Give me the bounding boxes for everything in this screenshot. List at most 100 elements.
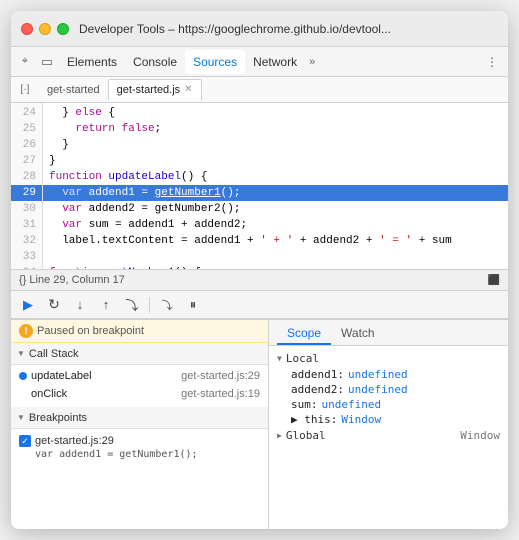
scope-item-addend2: addend2: undefined bbox=[269, 382, 508, 397]
main-content: 24 25 26 27 28 29 30 31 32 33 34 35 36 }… bbox=[11, 103, 508, 529]
step-button[interactable]: ⤵ bbox=[121, 294, 143, 316]
scope-val-sum: undefined bbox=[322, 398, 382, 411]
line-num-32: 32 bbox=[11, 233, 42, 249]
code-line-24: } else { bbox=[43, 105, 508, 121]
call-stack-header[interactable]: ▼ Call Stack bbox=[11, 343, 268, 365]
line-num-29: 29 bbox=[11, 185, 42, 201]
breakpoint-checkbox[interactable]: ✓ bbox=[19, 435, 31, 447]
code-line-33 bbox=[43, 249, 508, 265]
debug-toolbar: ▶ ↻ ↓ ↑ ⤵ ⤵ ⏸ bbox=[11, 291, 508, 319]
global-triangle: ▶ bbox=[277, 431, 282, 440]
line-num-28: 28 bbox=[11, 169, 42, 185]
scope-key-this: ▶ this: bbox=[291, 413, 337, 426]
breakpoints-content: ✓ get-started.js:29 var addend1 = getNum… bbox=[11, 429, 268, 466]
code-line-26: } bbox=[43, 137, 508, 153]
filetab-get-started-js[interactable]: get-started.js ✕ bbox=[108, 79, 202, 101]
active-frame-indicator bbox=[19, 372, 27, 380]
fullscreen-button[interactable] bbox=[57, 23, 69, 35]
scope-item-this[interactable]: ▶ this: Window bbox=[269, 412, 508, 427]
line-num-31: 31 bbox=[11, 217, 42, 233]
titlebar: Developer Tools – https://googlechrome.g… bbox=[11, 11, 508, 47]
stack-frame-name-1: onClick bbox=[31, 388, 177, 400]
tab-elements[interactable]: Elements bbox=[59, 50, 125, 74]
local-section-label: Local bbox=[286, 352, 319, 365]
stack-frame-file-1: get-started.js:19 bbox=[181, 388, 260, 400]
scope-tabs: Scope Watch bbox=[269, 320, 508, 346]
stack-frame-file-0: get-started.js:29 bbox=[181, 370, 260, 382]
breakpoints-header[interactable]: ▼ Breakpoints bbox=[11, 407, 268, 429]
sidebar-toggle-icon[interactable]: [·] bbox=[15, 80, 35, 100]
tab-more-icon[interactable]: » bbox=[305, 56, 319, 68]
right-pane: Scope Watch ▼ Local addend1: undefined a… bbox=[269, 320, 508, 529]
code-line-29: var addend1 = getNumber1(); bbox=[43, 185, 508, 201]
inspect-icon[interactable]: ⌖ bbox=[15, 52, 35, 72]
scope-key-addend1: addend1: bbox=[291, 368, 344, 381]
code-line-27: } bbox=[43, 153, 508, 169]
code-line-28: function updateLabel() { bbox=[43, 169, 508, 185]
code-line-31: var sum = addend1 + addend2; bbox=[43, 217, 508, 233]
global-section-label: Global bbox=[286, 429, 326, 442]
breakpoints-label: Breakpoints bbox=[29, 412, 87, 424]
devtools-menu-button[interactable]: ⋮ bbox=[480, 50, 504, 74]
traffic-lights bbox=[21, 23, 69, 35]
stack-item-updateLabel[interactable]: updateLabel get-started.js:29 bbox=[11, 367, 268, 385]
toolbar-separator bbox=[149, 297, 150, 313]
step-out-button[interactable]: ↑ bbox=[95, 294, 117, 316]
statusbar-right: ⬛ bbox=[488, 275, 500, 286]
call-stack-triangle: ▼ bbox=[17, 349, 25, 358]
line-num-30: 30 bbox=[11, 201, 42, 217]
code-line-25: return false; bbox=[43, 121, 508, 137]
code-line-32: label.textContent = addend1 + ' + ' + ad… bbox=[43, 233, 508, 249]
deactivate-breakpoints-button[interactable]: ⤵ bbox=[156, 294, 178, 316]
filetab-close-icon[interactable]: ✕ bbox=[184, 85, 192, 95]
local-triangle: ▼ bbox=[277, 354, 282, 363]
filetab-label-get-started: get-started bbox=[47, 84, 100, 96]
resume-button[interactable]: ▶ bbox=[17, 294, 39, 316]
breakpoint-code: var addend1 = getNumber1(); bbox=[19, 449, 260, 460]
tabbar: ⌖ ▭ Elements Console Sources Network » ⋮ bbox=[11, 47, 508, 77]
scope-item-addend1: addend1: undefined bbox=[269, 367, 508, 382]
global-section-header[interactable]: ▶ Global Window bbox=[269, 427, 508, 444]
left-pane: ! Paused on breakpoint ▼ Call Stack upda… bbox=[11, 320, 269, 529]
breakpoint-notice-text: Paused on breakpoint bbox=[37, 325, 144, 337]
tab-watch[interactable]: Watch bbox=[331, 323, 385, 345]
code-content[interactable]: } else { return false; } } function upda… bbox=[43, 103, 508, 269]
code-line-30: var addend2 = getNumber2(); bbox=[43, 201, 508, 217]
tab-sources[interactable]: Sources bbox=[185, 50, 245, 74]
line-num-25: 25 bbox=[11, 121, 42, 137]
device-icon[interactable]: ▭ bbox=[37, 52, 57, 72]
line-num-26: 26 bbox=[11, 137, 42, 153]
tab-network[interactable]: Network bbox=[245, 50, 305, 74]
step-into-button[interactable]: ↓ bbox=[69, 294, 91, 316]
line-num-33: 33 bbox=[11, 249, 42, 265]
breakpoint-notice: ! Paused on breakpoint bbox=[11, 320, 268, 343]
tab-scope[interactable]: Scope bbox=[277, 323, 331, 345]
close-button[interactable] bbox=[21, 23, 33, 35]
pause-on-exceptions-button[interactable]: ⏸ bbox=[182, 294, 204, 316]
stack-item-onClick[interactable]: onClick get-started.js:19 bbox=[11, 385, 268, 403]
notice-icon: ! bbox=[19, 324, 33, 338]
filetab-get-started[interactable]: get-started bbox=[39, 79, 108, 101]
bottom-panel: ! Paused on breakpoint ▼ Call Stack upda… bbox=[11, 319, 508, 529]
scope-key-addend2: addend2: bbox=[291, 383, 344, 396]
breakpoints-triangle: ▼ bbox=[17, 413, 25, 422]
window-title: Developer Tools – https://googlechrome.g… bbox=[79, 22, 498, 36]
minimize-button[interactable] bbox=[39, 23, 51, 35]
scope-item-sum: sum: undefined bbox=[269, 397, 508, 412]
code-editor[interactable]: 24 25 26 27 28 29 30 31 32 33 34 35 36 }… bbox=[11, 103, 508, 269]
line-numbers: 24 25 26 27 28 29 30 31 32 33 34 35 36 bbox=[11, 103, 43, 269]
filetabs: [·] get-started get-started.js ✕ bbox=[11, 77, 508, 103]
global-section-value: Window bbox=[460, 429, 500, 442]
scope-val-addend2: undefined bbox=[348, 383, 408, 396]
breakpoint-item-0[interactable]: ✓ get-started.js:29 var addend1 = getNum… bbox=[11, 431, 268, 464]
scope-content: ▼ Local addend1: undefined addend2: unde… bbox=[269, 346, 508, 529]
statusbar: {} Line 29, Column 17 ⬛ bbox=[11, 269, 508, 291]
tab-console[interactable]: Console bbox=[125, 50, 185, 74]
statusbar-label: {} Line 29, Column 17 bbox=[19, 274, 125, 286]
local-section-header[interactable]: ▼ Local bbox=[269, 350, 508, 367]
step-over-button[interactable]: ↻ bbox=[43, 294, 65, 316]
filetab-label-get-started-js: get-started.js bbox=[117, 84, 181, 96]
devtools-window: Developer Tools – https://googlechrome.g… bbox=[11, 11, 508, 529]
call-stack-label: Call Stack bbox=[29, 348, 79, 360]
line-num-24: 24 bbox=[11, 105, 42, 121]
